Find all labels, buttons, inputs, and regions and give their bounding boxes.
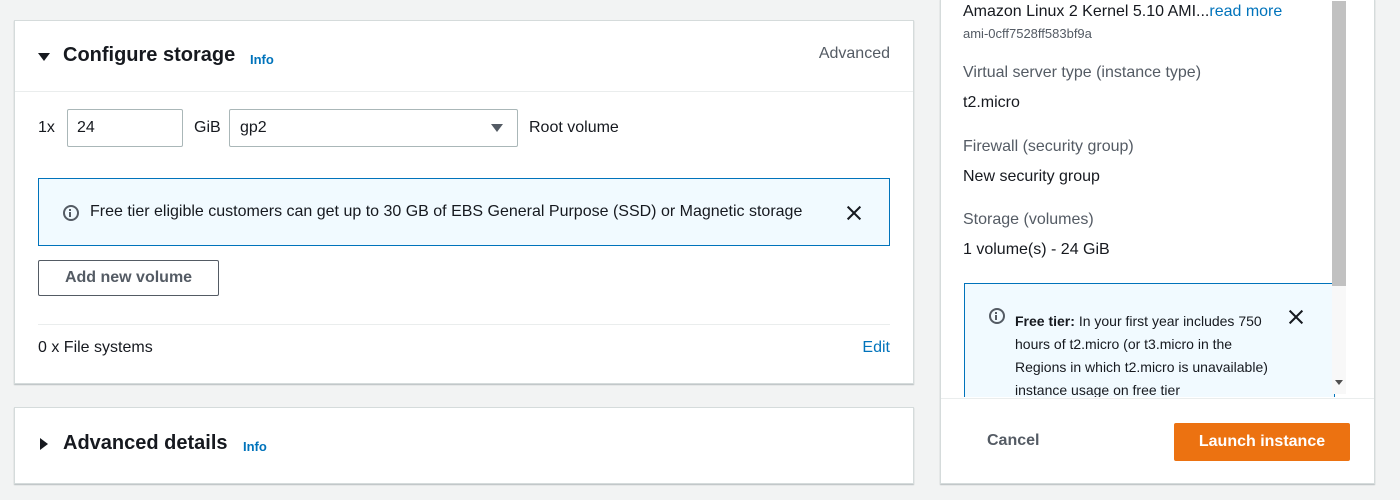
configure-storage-title: Configure storage [63, 44, 236, 66]
volume-count-label: 1x [38, 119, 55, 136]
close-icon[interactable] [1287, 308, 1305, 326]
storage-value: 1 volume(s) - 24 GiB [963, 241, 1110, 258]
advanced-link[interactable]: Advanced [819, 45, 890, 63]
configure-storage-header[interactable]: Configure storage Info Advanced [15, 21, 913, 92]
file-systems-divider [38, 324, 890, 325]
edit-file-systems-link[interactable]: Edit [862, 339, 890, 357]
firewall-label: Firewall (security group) [963, 138, 1134, 155]
size-unit-label: GiB [194, 119, 221, 136]
info-circle-icon [63, 205, 79, 221]
scroll-thumb[interactable] [1332, 1, 1346, 286]
read-more-link[interactable]: read more [1209, 3, 1282, 20]
root-volume-label: Root volume [529, 119, 619, 136]
volume-type-value: gp2 [240, 119, 267, 136]
advanced-details-info-link[interactable]: Info [243, 439, 267, 454]
close-icon[interactable] [845, 204, 863, 222]
ami-name-text: Amazon Linux 2 Kernel 5.10 AMI... [963, 3, 1210, 20]
triangle-down-icon [491, 124, 503, 132]
free-tier-storage-alert: Free tier eligible customers can get up … [38, 178, 890, 246]
summary-footer-divider [941, 398, 1374, 399]
ami-name: Amazon Linux 2 Kernel 5.10 AMI...read mo… [963, 3, 1282, 21]
caret-right-icon[interactable] [40, 438, 48, 450]
ami-id: ami-0cff7528ff583bf9a [963, 26, 1092, 41]
summary-scrollbar[interactable] [1332, 1, 1346, 394]
advanced-details-panel[interactable]: Advanced details Info [14, 407, 914, 484]
scroll-down-arrow-icon[interactable] [1335, 380, 1343, 385]
summary-panel: Amazon Linux 2 Kernel 5.10 AMI...read mo… [940, 0, 1375, 484]
instance-type-label: Virtual server type (instance type) [963, 64, 1202, 81]
free-tier-label: Free tier: [1015, 313, 1075, 329]
volume-type-select[interactable]: gp2 [229, 109, 518, 147]
configure-storage-panel: Configure storage Info Advanced 1x GiB g… [14, 20, 914, 384]
file-systems-label: 0 x File systems [38, 339, 153, 356]
free-tier-storage-alert-text: Free tier eligible customers can get up … [90, 203, 803, 220]
storage-label: Storage (volumes) [963, 211, 1094, 228]
launch-instance-button[interactable]: Launch instance [1174, 423, 1350, 461]
caret-down-icon[interactable] [38, 53, 50, 61]
configure-storage-info-link[interactable]: Info [250, 52, 274, 67]
volume-size-input[interactable] [67, 109, 183, 147]
free-tier-alert: Free tier: In your first year includes 7… [964, 283, 1335, 397]
instance-type-value: t2.micro [963, 94, 1020, 111]
add-new-volume-button[interactable]: Add new volume [38, 260, 219, 296]
free-tier-text: Free tier: In your first year includes 7… [1015, 310, 1277, 397]
advanced-details-title: Advanced details [63, 432, 228, 454]
cancel-button[interactable]: Cancel [987, 432, 1039, 450]
firewall-value: New security group [963, 168, 1100, 185]
info-circle-icon [989, 308, 1005, 324]
